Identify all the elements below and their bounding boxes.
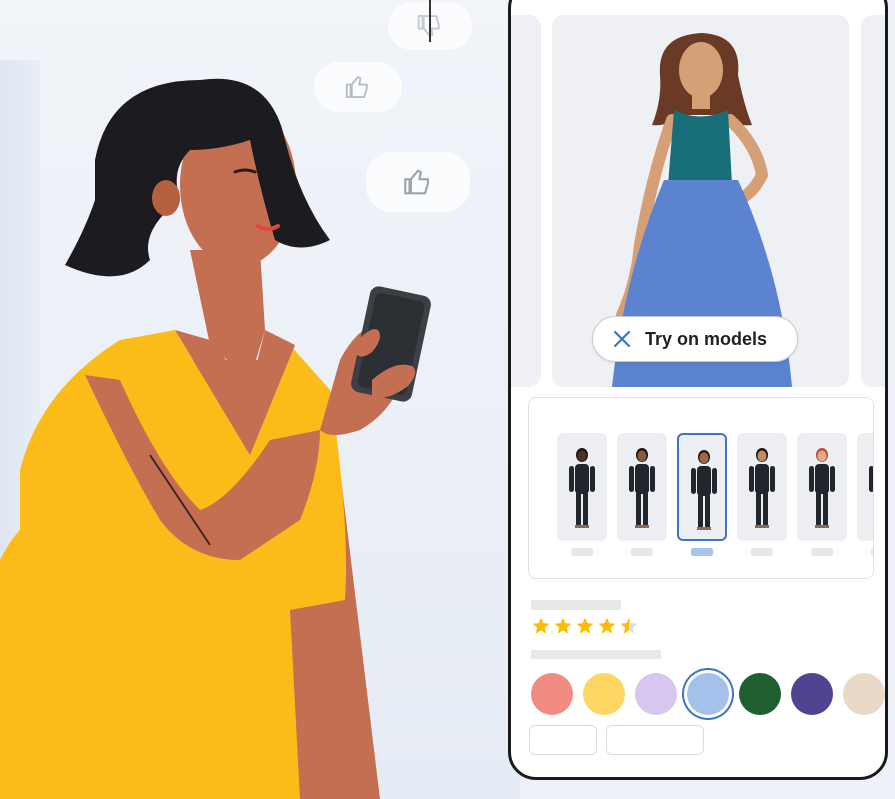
model-thumbnail[interactable]: [677, 433, 727, 541]
star-icon: [620, 617, 638, 634]
rating-title-placeholder: [531, 600, 621, 610]
color-swatch[interactable]: [531, 673, 573, 715]
color-swatch[interactable]: [791, 673, 833, 715]
model-caption-placeholder: [631, 548, 653, 556]
model-thumbnail[interactable]: [797, 433, 847, 541]
model-thumbnail[interactable]: [857, 433, 873, 541]
model-figure: [569, 448, 595, 528]
close-icon[interactable]: [613, 330, 631, 348]
phone-mockup: Try on models: [508, 0, 888, 780]
star-icon: [532, 617, 550, 634]
color-swatch[interactable]: [583, 673, 625, 715]
color-swatch[interactable]: [739, 673, 781, 715]
model-figure: [869, 466, 873, 492]
model-thumbnail[interactable]: [617, 433, 667, 541]
model-caption-placeholder: [691, 548, 713, 556]
try-on-models-chip[interactable]: Try on models: [592, 316, 798, 362]
next-image-card[interactable]: [861, 15, 885, 387]
woman-with-phone-illustration: [0, 78, 431, 799]
size-option-2[interactable]: [606, 725, 704, 755]
star-icon: [554, 617, 572, 634]
model-caption-placeholder: [571, 548, 593, 556]
color-swatch[interactable]: [687, 673, 729, 715]
model-thumbnail[interactable]: [737, 433, 787, 541]
rating-caption-placeholder: [531, 650, 661, 659]
model-caption-placeholder: [871, 548, 873, 556]
star-rating: [531, 616, 639, 636]
color-swatch[interactable]: [843, 673, 885, 715]
model-figure: [749, 448, 775, 528]
model-figure: [809, 448, 835, 528]
star-icon: [576, 617, 594, 634]
model-selector: [528, 397, 874, 579]
model-caption-placeholder: [811, 548, 833, 556]
color-swatch[interactable]: [635, 673, 677, 715]
star-icon: [598, 617, 616, 634]
try-on-models-label: Try on models: [645, 328, 768, 349]
model-caption-placeholder: [751, 548, 773, 556]
prev-image-card[interactable]: [511, 15, 541, 387]
size-option-1[interactable]: [529, 725, 597, 755]
illustration-scene: Try on models: [0, 0, 895, 799]
model-thumbnail[interactable]: [557, 433, 607, 541]
model-figure: [629, 448, 655, 528]
model-figure: [691, 450, 717, 530]
